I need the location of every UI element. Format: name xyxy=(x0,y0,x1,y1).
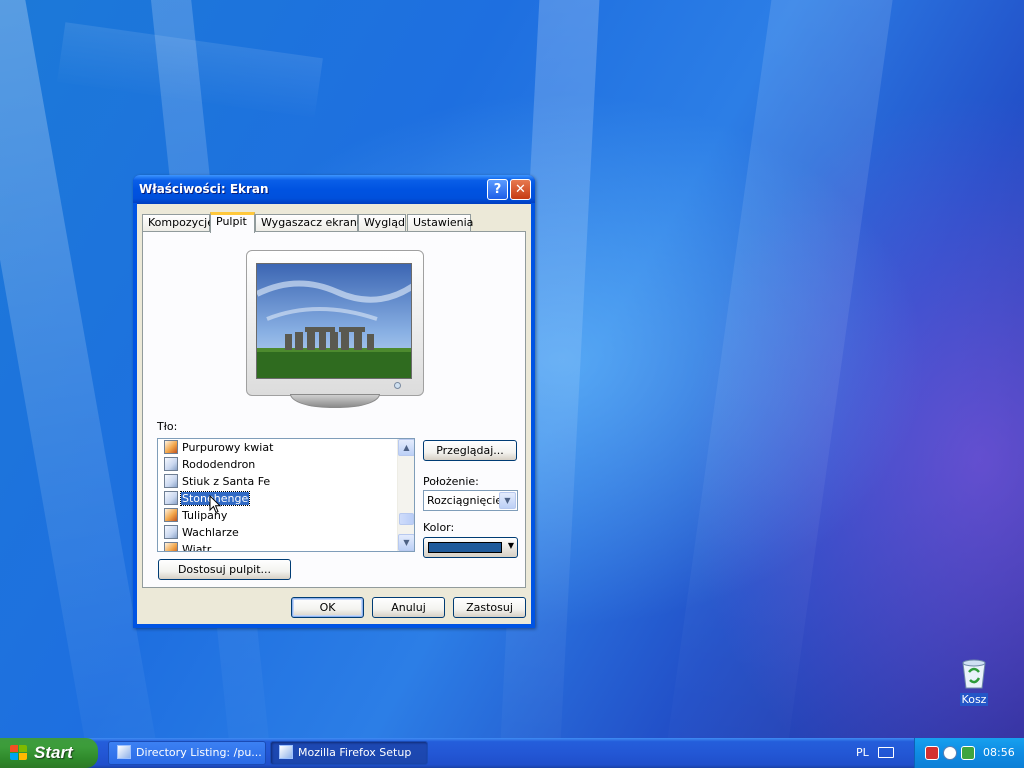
monitor-stand xyxy=(290,394,380,408)
recycle-bin-icon xyxy=(962,659,986,689)
windows-logo-icon xyxy=(10,745,28,761)
tab-pulpit[interactable]: Pulpit xyxy=(210,212,255,233)
background-label: Tło: xyxy=(157,420,178,433)
window-titlebar[interactable]: Właściwości: Ekran ? ✕ xyxy=(133,175,535,204)
monitor-preview xyxy=(246,250,424,408)
chevron-down-icon: ▼ xyxy=(504,496,511,505)
network-icon[interactable] xyxy=(943,746,957,760)
list-item-label: Stiuk z Santa Fe xyxy=(182,475,271,488)
tab-wygaszacz-ekranu[interactable]: Wygaszacz ekranu xyxy=(255,214,364,232)
taskbar-item-firefox-setup[interactable]: Mozilla Firefox Setup xyxy=(270,741,428,765)
chevron-up-icon: ▲ xyxy=(403,443,410,452)
system-tray: 08:56 xyxy=(914,738,1024,768)
position-label: Położenie: xyxy=(423,475,479,488)
list-item-label: Rododendron xyxy=(182,458,256,471)
pulpit-tab-panel: Tło: Purpurowy kwiat Rododendron Stiuk z… xyxy=(142,231,526,588)
security-shield-icon[interactable] xyxy=(925,746,939,760)
recycle-bin-desktop-icon[interactable]: Kosz xyxy=(952,656,996,706)
list-item[interactable]: Stiuk z Santa Fe xyxy=(164,474,271,491)
color-swatch xyxy=(428,542,502,553)
recycle-bin-label: Kosz xyxy=(959,693,989,706)
scrollbar-thumb[interactable] xyxy=(399,513,414,525)
list-item[interactable]: Purpurowy kwiat xyxy=(164,440,274,457)
taskbar-item-label: Directory Listing: /pu... xyxy=(136,746,262,759)
listbox-scrollbar[interactable]: ▲ ▼ xyxy=(397,439,414,551)
position-select-value: Rozciągnięcie xyxy=(427,494,503,507)
help-icon: ? xyxy=(493,182,502,197)
clock[interactable]: 08:56 xyxy=(983,746,1015,759)
ok-button[interactable]: OK xyxy=(291,597,364,618)
position-select[interactable]: Rozciągnięcie ▼ xyxy=(423,490,518,511)
folder-icon xyxy=(117,745,131,759)
apply-button[interactable]: Zastosuj xyxy=(453,597,526,618)
wallpaper-beam xyxy=(663,0,897,738)
start-label: Start xyxy=(34,743,73,762)
monitor-power-led xyxy=(394,382,401,389)
list-item-label: Tulipany xyxy=(182,509,228,522)
image-file-icon xyxy=(164,525,178,539)
image-file-icon xyxy=(164,474,178,488)
scroll-up-button[interactable]: ▲ xyxy=(398,439,414,456)
window-frame xyxy=(531,203,535,627)
background-listbox[interactable]: Purpurowy kwiat Rododendron Stiuk z Sant… xyxy=(157,438,415,552)
window-frame xyxy=(133,203,137,627)
dropdown-arrow-button[interactable]: ▼ xyxy=(499,492,516,509)
help-button[interactable]: ? xyxy=(487,179,508,200)
language-indicator[interactable]: PL xyxy=(856,746,869,759)
close-icon: ✕ xyxy=(515,182,526,197)
list-item-label: Purpurowy kwiat xyxy=(182,441,274,454)
image-file-icon xyxy=(164,508,178,522)
tab-ustawienia[interactable]: Ustawienia xyxy=(407,214,473,232)
image-file-icon xyxy=(164,491,178,505)
list-item-label: Wiatr xyxy=(182,543,212,552)
chevron-down-icon: ▼ xyxy=(403,538,410,547)
safely-remove-icon[interactable] xyxy=(961,746,975,760)
keyboard-icon[interactable] xyxy=(878,747,894,758)
start-button[interactable]: Start xyxy=(0,738,98,768)
taskbar-item-label: Mozilla Firefox Setup xyxy=(298,746,412,759)
wallpaper-preview xyxy=(256,263,412,379)
scroll-down-button[interactable]: ▼ xyxy=(398,534,414,551)
browse-button[interactable]: Przeglądaj... xyxy=(423,440,517,461)
mouse-cursor-icon xyxy=(209,495,221,514)
customize-desktop-button[interactable]: Dostosuj pulpit... xyxy=(158,559,291,580)
image-file-icon xyxy=(164,457,178,471)
color-picker-button[interactable]: ▼ xyxy=(423,537,518,558)
image-file-icon xyxy=(164,440,178,454)
taskbar: Start Directory Listing: /pu... Mozilla … xyxy=(0,738,1024,768)
tab-kompozycje[interactable]: Kompozycje xyxy=(142,214,214,232)
list-item[interactable]: Rododendron xyxy=(164,457,256,474)
image-file-icon xyxy=(164,542,178,551)
taskbar-item-directory-listing[interactable]: Directory Listing: /pu... xyxy=(108,741,266,765)
monitor-bezel xyxy=(246,250,424,396)
list-item-selected[interactable]: Stonehenge xyxy=(164,491,251,508)
setup-icon xyxy=(279,745,293,759)
tab-wyglad[interactable]: Wygląd xyxy=(358,214,406,232)
display-properties-window: Właściwości: Ekran ? ✕ Kompozycje Pulpit… xyxy=(133,175,535,628)
cancel-button[interactable]: Anuluj xyxy=(372,597,445,618)
list-item-label: Wachlarze xyxy=(182,526,239,539)
color-label: Kolor: xyxy=(423,521,455,534)
stonehenge-preview-image xyxy=(257,264,411,378)
chevron-down-icon: ▼ xyxy=(507,541,514,550)
window-title: Właściwości: Ekran xyxy=(139,182,269,196)
close-button[interactable]: ✕ xyxy=(510,179,531,200)
window-frame xyxy=(133,624,535,628)
list-item[interactable]: Wiatr xyxy=(164,542,212,552)
list-item[interactable]: Wachlarze xyxy=(164,525,240,542)
